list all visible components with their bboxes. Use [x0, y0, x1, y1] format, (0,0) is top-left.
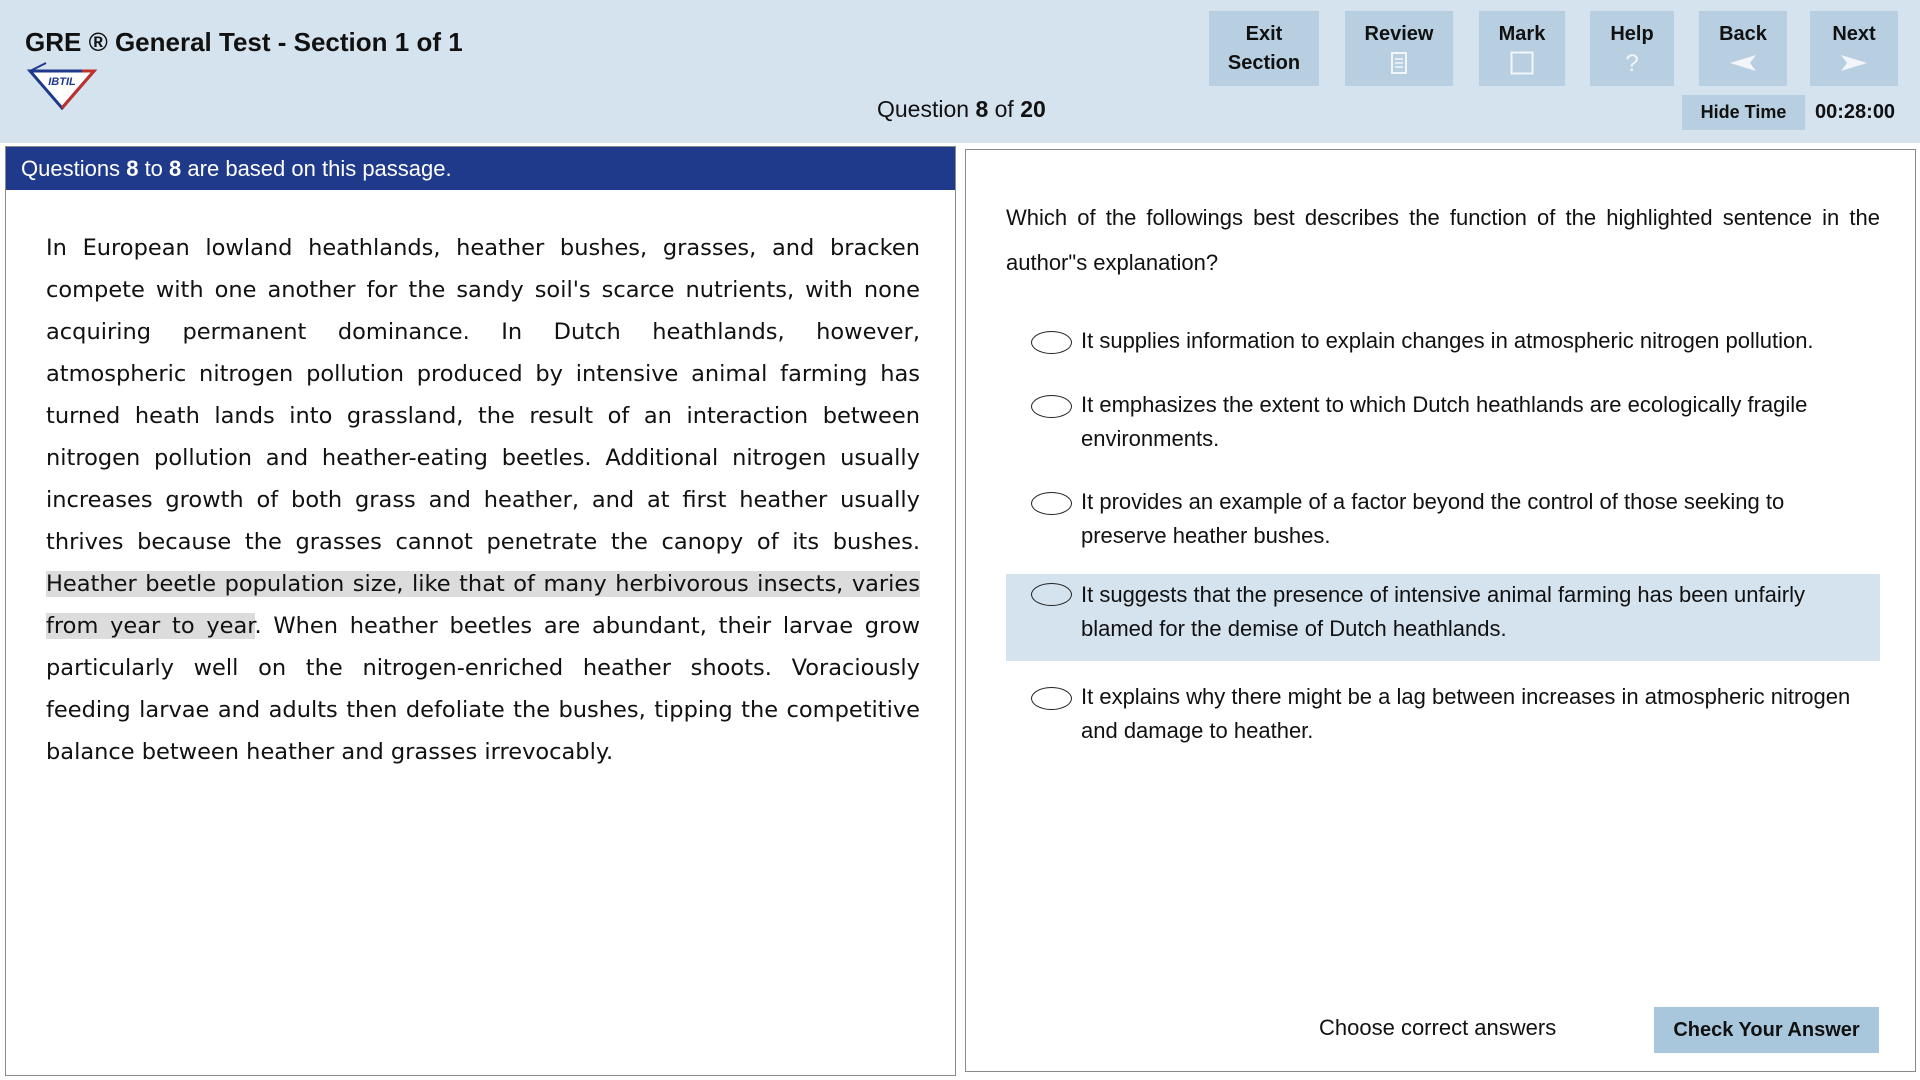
radio-button[interactable] — [1031, 687, 1072, 710]
next-button[interactable]: Next — [1810, 11, 1898, 86]
answer-option-text: It provides an example of a factor beyon… — [1081, 489, 1785, 548]
exit-section-button[interactable]: Exit Section — [1209, 11, 1319, 86]
review-button[interactable]: Review — [1345, 11, 1453, 86]
review-label: Review — [1364, 23, 1434, 45]
answer-option-text: It explains why there might be a lag bet… — [1081, 684, 1851, 743]
top-bar: GRE ® General Test - Section 1 of 1 IBTI… — [0, 0, 1920, 143]
passage-text: In European lowland heathlands, heather … — [46, 227, 920, 773]
passage-text-before: In European lowland heathlands, heather … — [46, 235, 920, 555]
logo-text: IBTIL — [48, 76, 76, 88]
countdown-timer: 00:28:00 — [1815, 101, 1896, 123]
passage-header: Questions 8 to 8 are based on this passa… — [6, 147, 955, 190]
exit-label-line1: Exit — [1245, 22, 1283, 45]
passage-header-to-word: to — [144, 155, 163, 181]
answer-option-d[interactable]: It suggests that the presence of intensi… — [1006, 574, 1880, 661]
question-mark-icon: ? — [1625, 49, 1639, 77]
question-panel: Which of the followings best describes t… — [965, 149, 1916, 1072]
answer-option-b[interactable]: It emphasizes the extent to which Dutch … — [1006, 384, 1880, 466]
mark-button[interactable]: Mark — [1479, 11, 1565, 86]
ibtil-logo: IBTIL — [26, 62, 98, 111]
answer-option-c[interactable]: It provides an example of a factor beyon… — [1006, 481, 1880, 563]
passage-header-from: 8 — [126, 155, 139, 181]
question-current-number: 8 — [975, 96, 989, 122]
checkbox-square-icon — [1510, 49, 1534, 77]
check-answer-button[interactable]: Check Your Answer — [1654, 1007, 1879, 1053]
document-icon — [1391, 49, 1407, 77]
radio-button[interactable] — [1031, 492, 1072, 515]
exit-label-line2: Section — [1227, 51, 1301, 74]
answer-option-text: It suggests that the presence of intensi… — [1081, 582, 1805, 641]
question-total-number: 20 — [1020, 96, 1046, 122]
next-label: Next — [1832, 23, 1876, 45]
help-label: Help — [1610, 23, 1654, 45]
passage-header-prefix: Questions — [21, 155, 121, 181]
test-title: GRE ® General Test - Section 1 of 1 — [25, 27, 463, 57]
radio-button[interactable] — [1031, 583, 1072, 606]
back-label: Back — [1719, 23, 1767, 45]
back-button[interactable]: Back — [1699, 11, 1787, 86]
question-counter-of: of — [994, 96, 1014, 122]
passage-panel: Questions 8 to 8 are based on this passa… — [5, 146, 956, 1076]
question-counter: Question 8 of 20 — [877, 96, 1046, 123]
hide-time-button[interactable]: Hide Time — [1682, 95, 1805, 130]
radio-button[interactable] — [1031, 331, 1072, 354]
question-stem: Which of the followings best describes t… — [1006, 205, 1880, 275]
passage-header-to: 8 — [169, 155, 182, 181]
arrow-right-icon — [1841, 49, 1867, 77]
answer-option-text: It emphasizes the extent to which Dutch … — [1081, 392, 1808, 451]
instruction-label: Choose correct answers — [1319, 1015, 1557, 1040]
help-button[interactable]: Help ? — [1590, 11, 1674, 86]
arrow-left-icon — [1730, 49, 1756, 77]
radio-button[interactable] — [1031, 395, 1072, 418]
mark-label: Mark — [1498, 23, 1546, 45]
passage-header-suffix: are based on this passage. — [187, 155, 452, 181]
answer-option-e[interactable]: It explains why there might be a lag bet… — [1006, 676, 1880, 758]
answer-option-text: It supplies information to explain chang… — [1081, 328, 1814, 353]
answer-option-a[interactable]: It supplies information to explain chang… — [1006, 320, 1880, 368]
question-counter-prefix: Question — [877, 96, 970, 122]
